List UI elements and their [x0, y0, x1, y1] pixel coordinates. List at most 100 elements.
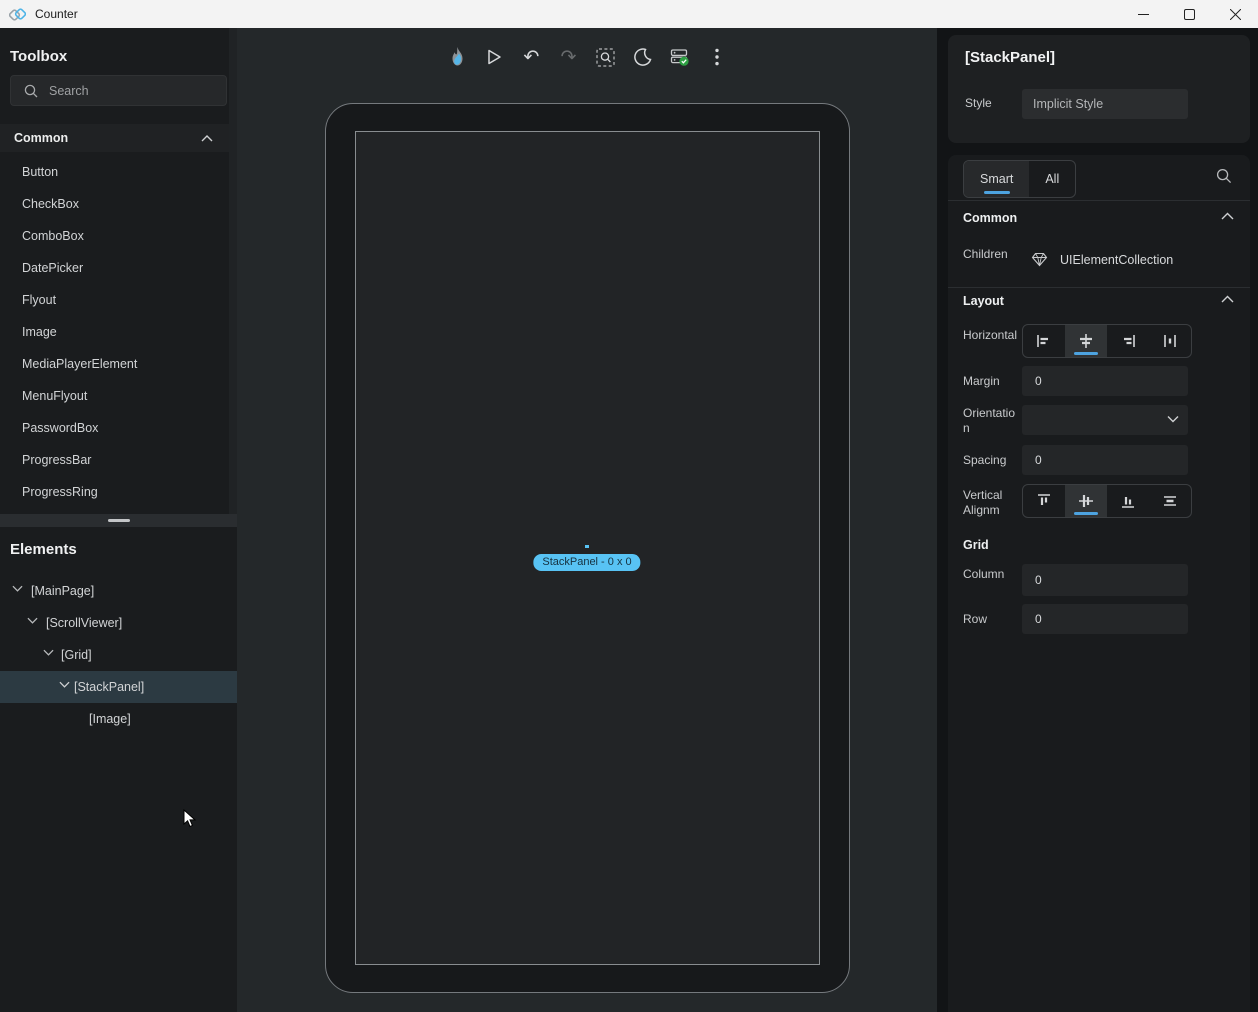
toolbox-item-image[interactable]: Image [0, 316, 229, 348]
margin-input[interactable] [1022, 366, 1188, 396]
tree-item-label: [MainPage] [31, 584, 94, 598]
toolbox-item-button[interactable]: Button [0, 156, 229, 188]
tree-item-stackpanel-selected[interactable]: [StackPanel] [0, 671, 237, 703]
maximize-button[interactable] [1166, 0, 1212, 28]
search-input[interactable] [49, 84, 199, 98]
undo-icon[interactable]: ↶ [519, 44, 545, 70]
selection-anchor-dot [585, 545, 589, 548]
inspector-panel: [StackPanel] Style Smart All Common Chil… [937, 28, 1258, 1012]
chevron-down-icon[interactable] [59, 681, 70, 688]
chevron-up-icon [201, 135, 213, 142]
tree-item-label: [Grid] [61, 648, 92, 662]
toolbox-title: Toolbox [10, 48, 67, 65]
tree-item-image[interactable]: [Image] [0, 703, 237, 735]
tree-item-scrollviewer[interactable]: [ScrollViewer] [0, 607, 237, 639]
window-title: Counter [35, 7, 78, 21]
align-center-vertical-button[interactable] [1065, 485, 1107, 517]
minimize-button[interactable] [1120, 0, 1166, 28]
style-input[interactable] [1022, 89, 1188, 119]
column-label: Column [963, 567, 1019, 582]
toolbox-list: Button CheckBox ComboBox DatePicker Flyo… [0, 156, 229, 508]
chevron-down-icon[interactable] [43, 649, 54, 656]
redo-icon[interactable]: ↷ [556, 44, 582, 70]
app-window: Counter Toolbox Common Button CheckBox [0, 0, 1258, 1012]
tree-item-label: [ScrollViewer] [46, 616, 122, 630]
stretch-horizontal-button[interactable] [1149, 325, 1191, 357]
inspector-properties-card: Smart All Common Children UIElementColle… [948, 155, 1250, 1012]
device-screen[interactable] [355, 131, 820, 965]
panel-splitter[interactable] [0, 514, 237, 527]
chevron-down-icon[interactable] [12, 585, 23, 592]
spacing-label: Spacing [963, 453, 1019, 468]
section-label: Common [14, 131, 201, 145]
tree-item-label: [StackPanel] [74, 680, 144, 694]
elements-title: Elements [10, 541, 77, 558]
chevron-down-icon[interactable] [27, 617, 38, 624]
active-tab-underline [984, 191, 1010, 194]
mouse-cursor [183, 809, 199, 829]
inspector-header-card: [StackPanel] Style [948, 35, 1250, 143]
orientation-dropdown[interactable] [1022, 405, 1188, 435]
divider [948, 200, 1250, 201]
children-label: Children [963, 247, 1019, 262]
zoom-to-fit-icon[interactable] [593, 44, 619, 70]
column-input[interactable] [1022, 564, 1188, 596]
toolbox-item-flyout[interactable]: Flyout [0, 284, 229, 316]
theme-moon-icon[interactable] [630, 44, 656, 70]
play-icon[interactable] [482, 44, 508, 70]
chevron-down-icon [1167, 415, 1179, 423]
toolbox-item-checkbox[interactable]: CheckBox [0, 188, 229, 220]
server-status-icon[interactable] [667, 44, 693, 70]
toolbox-item-mediaplayerelement[interactable]: MediaPlayerElement [0, 348, 229, 380]
title-bar: Counter [0, 0, 1258, 28]
property-search-icon[interactable] [1216, 168, 1232, 184]
tree-item-mainpage[interactable]: [MainPage] [0, 575, 237, 607]
hot-design-flame-icon[interactable] [445, 44, 471, 70]
align-top-button[interactable] [1023, 485, 1065, 517]
elements-tree: [MainPage] [ScrollViewer] [Grid] [StackP… [0, 575, 237, 735]
selection-badge: StackPanel - 0 x 0 [533, 554, 640, 571]
tree-item-label: [Image] [89, 712, 131, 726]
chevron-up-icon[interactable] [1221, 212, 1234, 220]
toolbox-item-progressring[interactable]: ProgressRing [0, 476, 229, 508]
row-input[interactable] [1022, 604, 1188, 634]
horizontal-alignment-group [1022, 324, 1192, 358]
toolbox-item-datepicker[interactable]: DatePicker [0, 252, 229, 284]
device-frame [325, 103, 850, 993]
align-bottom-button[interactable] [1107, 485, 1149, 517]
design-canvas[interactable]: ↶ ↷ [237, 28, 937, 1012]
toolbox-scrollbar[interactable] [229, 28, 237, 514]
spacing-input[interactable] [1022, 445, 1188, 475]
toolbox-item-passwordbox[interactable]: PasswordBox [0, 412, 229, 444]
toolbox-item-combobox[interactable]: ComboBox [0, 220, 229, 252]
style-label: Style [965, 96, 992, 110]
tab-smart[interactable]: Smart [964, 161, 1029, 197]
splitter-grip-icon [108, 519, 130, 522]
toolbox-section-common[interactable]: Common [0, 124, 229, 152]
property-tabs: Smart All [963, 160, 1076, 198]
align-left-button[interactable] [1023, 325, 1065, 357]
vertical-alignment-group [1022, 484, 1192, 518]
gem-collection-icon [1031, 251, 1048, 268]
toolbox-item-progressbar[interactable]: ProgressBar [0, 444, 229, 476]
children-value[interactable]: UIElementCollection [1060, 253, 1173, 267]
more-options-icon[interactable] [704, 44, 730, 70]
grid-section-title: Grid [963, 538, 989, 552]
toolbox-search[interactable] [10, 75, 227, 106]
horizontal-alignment-label: Horizontal [963, 328, 1019, 343]
tree-item-grid[interactable]: [Grid] [0, 639, 237, 671]
active-segment-underline [1074, 512, 1098, 515]
align-right-button[interactable] [1107, 325, 1149, 357]
toolbox-item-menuflyout[interactable]: MenuFlyout [0, 380, 229, 412]
common-section-title: Common [963, 211, 1017, 225]
divider [948, 287, 1250, 288]
chevron-up-icon[interactable] [1221, 295, 1234, 303]
align-center-horizontal-button[interactable] [1065, 325, 1107, 357]
selected-element-title: [StackPanel] [965, 49, 1055, 66]
close-button[interactable] [1212, 0, 1258, 28]
stretch-vertical-button[interactable] [1149, 485, 1191, 517]
vertical-alignment-label: Vertical Alignm [963, 488, 1019, 518]
layout-section-title: Layout [963, 294, 1004, 308]
left-sidebar: Toolbox Common Button CheckBox ComboBox … [0, 28, 237, 1012]
tab-all[interactable]: All [1029, 161, 1075, 197]
